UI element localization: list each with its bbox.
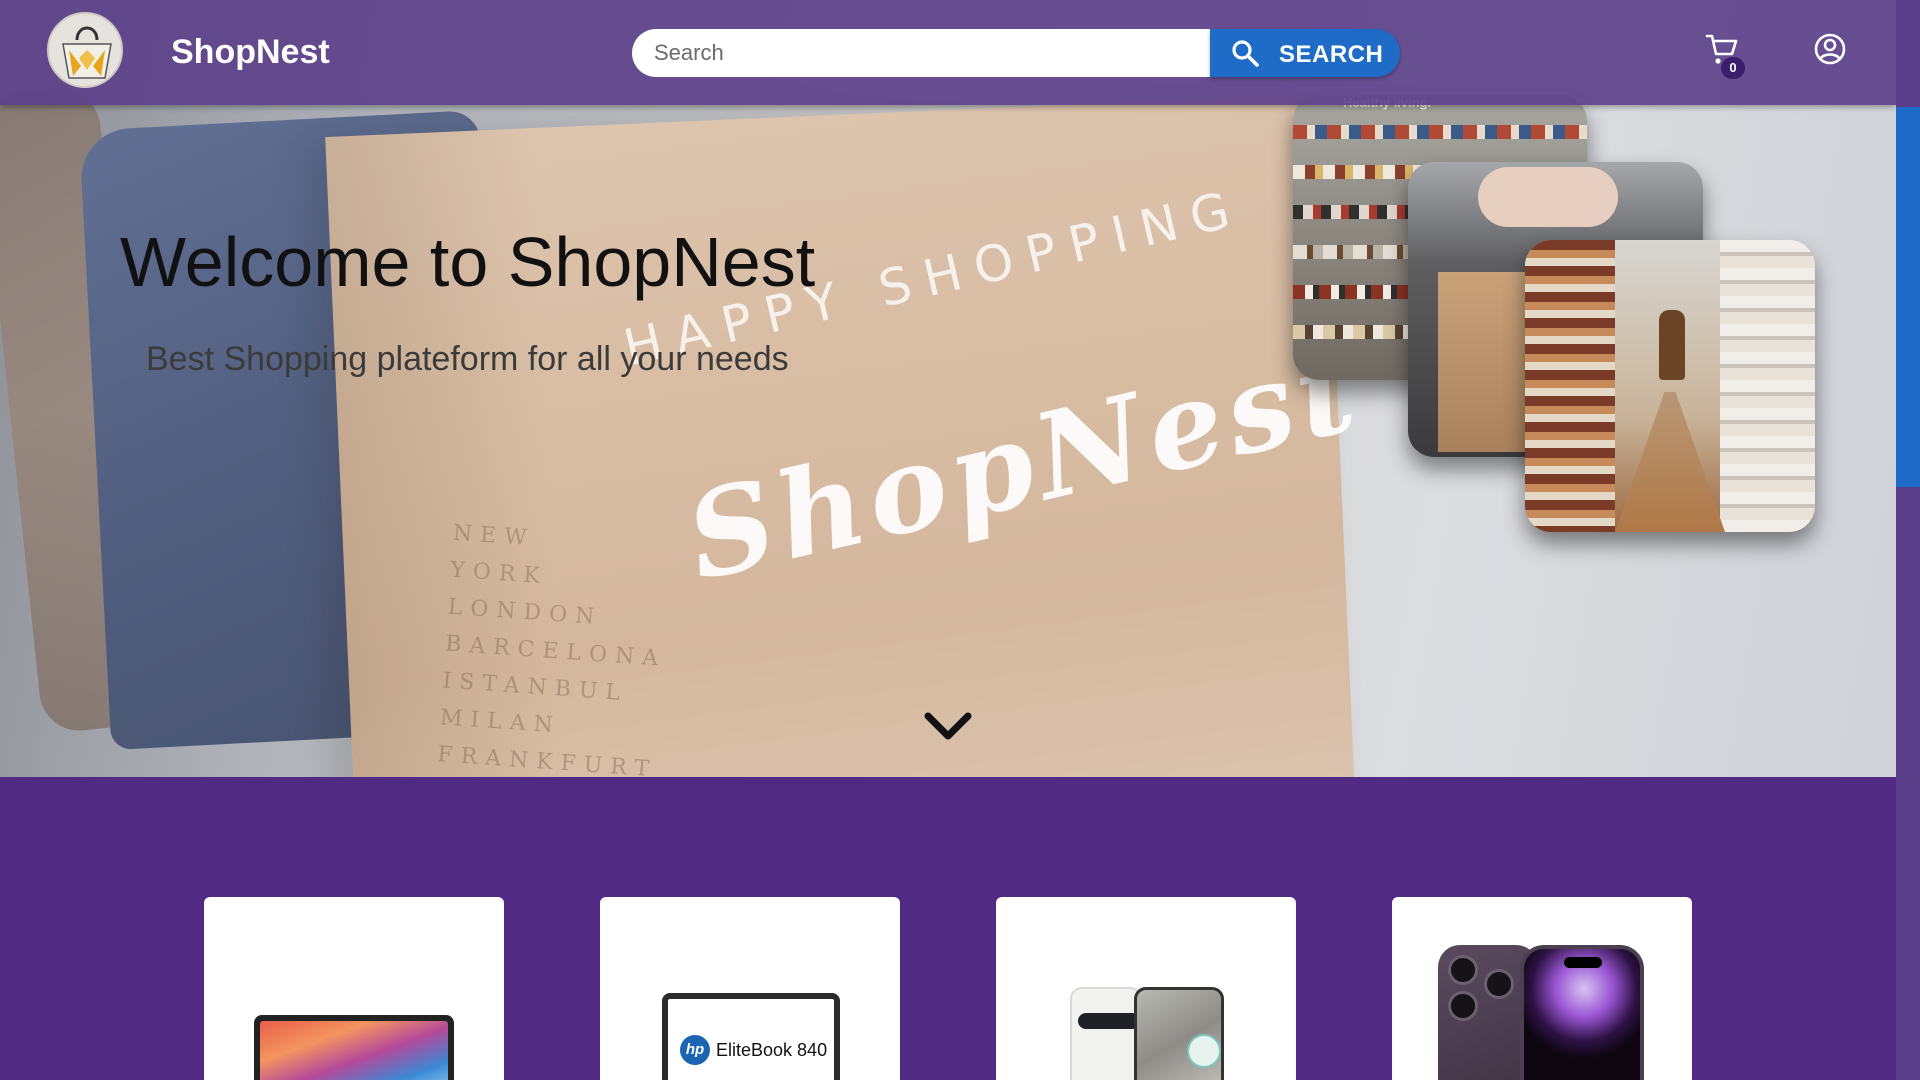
hero-banner: NEW YORK LONDON BARCELONA ISTANBUL MILAN… <box>0 0 1896 777</box>
product-card-pixel[interactable] <box>996 897 1296 1080</box>
product-image <box>1070 987 1224 1080</box>
product-image: hp EliteBook 840 <box>662 993 840 1080</box>
product-card-macbook[interactable] <box>204 897 504 1080</box>
scrollbar-thumb[interactable] <box>1896 107 1920 487</box>
product-image <box>254 1015 454 1080</box>
product-card-iphone[interactable] <box>1392 897 1692 1080</box>
hero-subtitle: Best Shopping plateform for all your nee… <box>146 340 789 378</box>
search-button[interactable]: SEARCH <box>1210 29 1400 77</box>
search-icon <box>1232 40 1259 67</box>
top-nav-bar: ShopNest SEARCH 0 <box>0 0 1896 105</box>
search-bar: SEARCH <box>632 29 1400 77</box>
hero-title: Welcome to ShopNest <box>120 223 816 301</box>
product-image <box>1438 945 1648 1080</box>
account-circle-icon[interactable] <box>1812 31 1848 67</box>
shopping-bag-logo-icon[interactable] <box>47 12 123 88</box>
hp-logo-icon: hp <box>680 1035 710 1065</box>
search-button-label: SEARCH <box>1279 41 1384 68</box>
chevron-down-icon[interactable] <box>922 708 974 744</box>
product-card-hp-elitebook[interactable]: hp EliteBook 840 <box>600 897 900 1080</box>
laptop-screen-text: EliteBook 840 <box>716 1040 828 1060</box>
cart-count-badge: 0 <box>1721 57 1745 79</box>
search-input[interactable] <box>632 29 1212 77</box>
store-aisle-photo <box>1525 240 1815 532</box>
brand-name[interactable]: ShopNest <box>171 33 330 72</box>
